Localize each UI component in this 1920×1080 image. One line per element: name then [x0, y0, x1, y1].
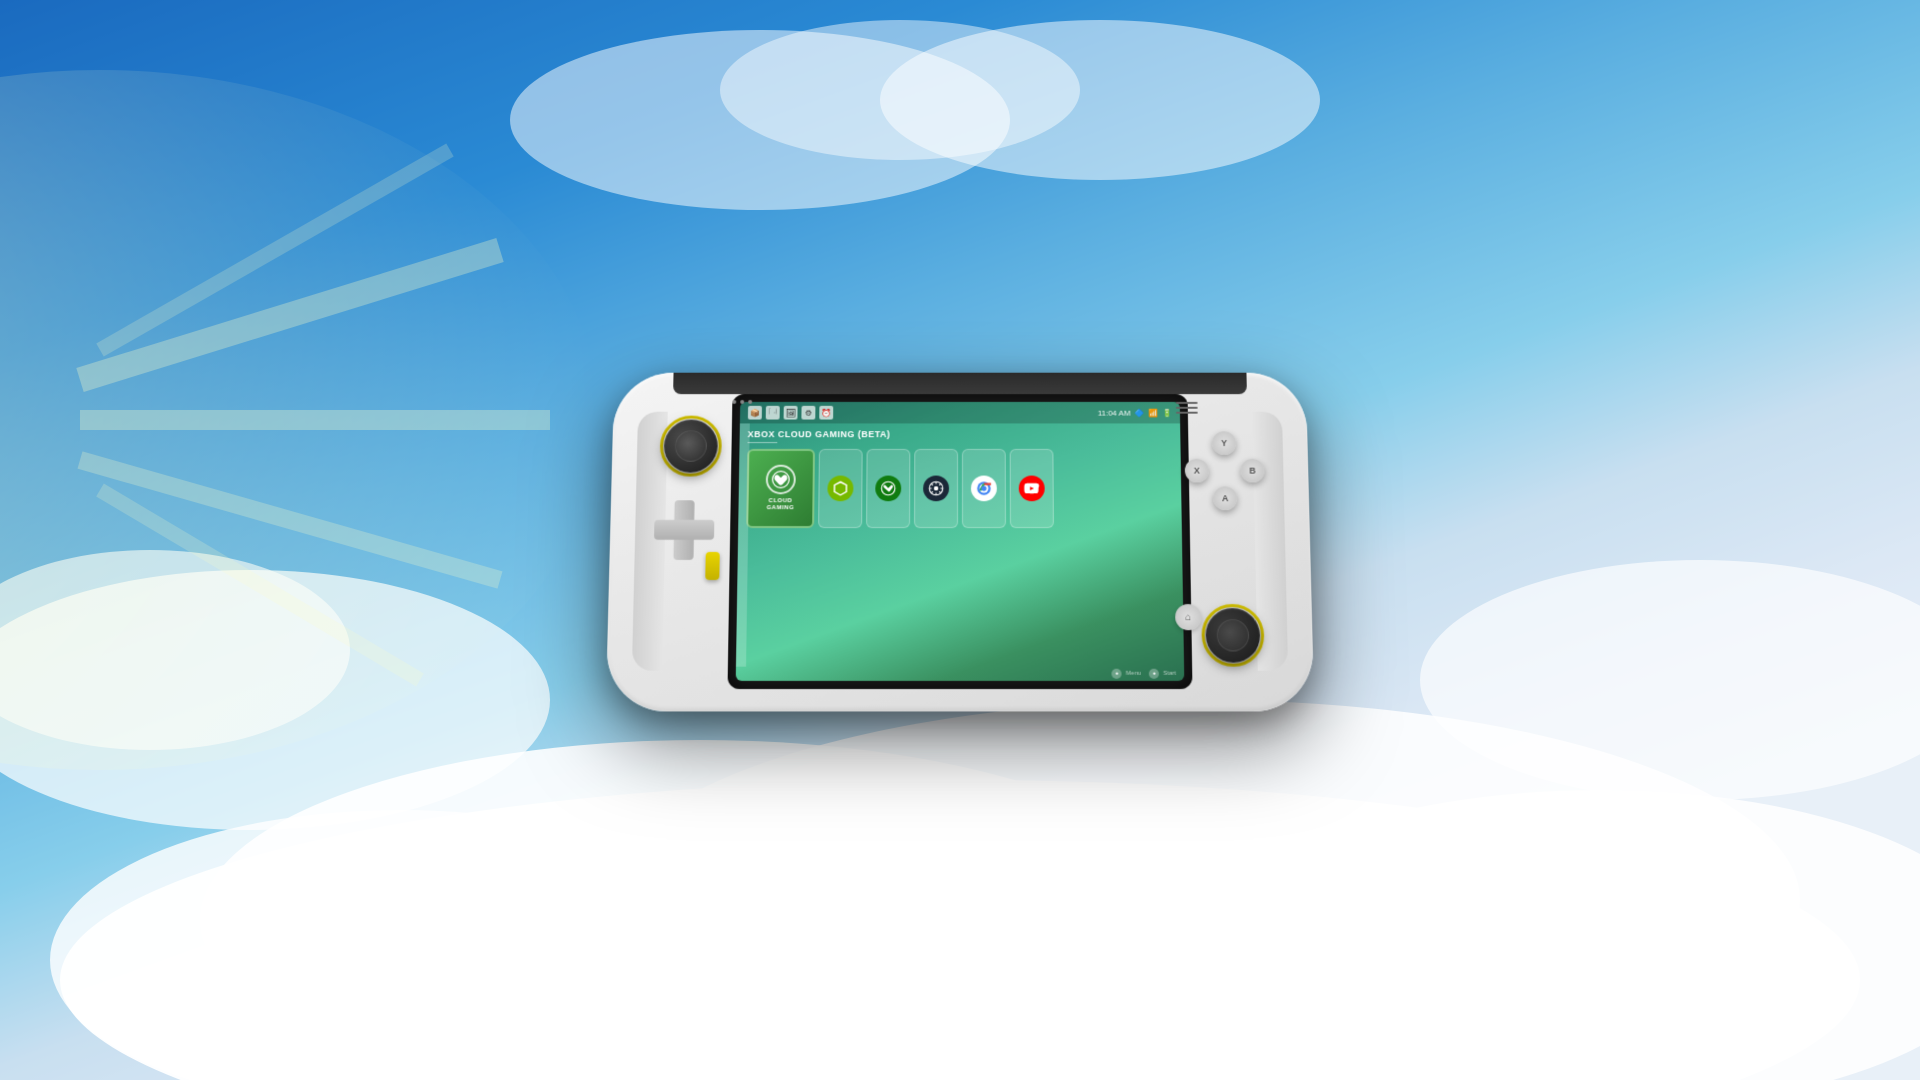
nvidia-icon — [827, 476, 853, 502]
screen-topbar: 📦 🗔 🖼 ⚙ ⏰ 11:04 AM 🔷 📶 🔋 — [740, 402, 1180, 424]
app-icon-1: 📦 — [748, 406, 762, 420]
featured-app-label: CLOUD GAMING — [767, 498, 795, 512]
xbox-icon — [875, 476, 901, 502]
device-top-bar — [673, 373, 1247, 394]
x-button[interactable]: X — [1185, 459, 1209, 483]
home-button[interactable]: ⌂ — [1175, 604, 1202, 630]
wifi-icon: 📶 — [1148, 408, 1158, 417]
yellow-button[interactable] — [705, 552, 720, 580]
y-button[interactable]: Y — [1212, 431, 1236, 455]
face-buttons: Y X B A — [1184, 431, 1265, 510]
youtube-icon — [1019, 476, 1045, 502]
title-underline — [748, 442, 778, 443]
dpad[interactable] — [654, 500, 715, 560]
xbox-logo-svg — [771, 469, 791, 489]
hint-menu: ● Menu — [1112, 669, 1141, 679]
screen-ui: 📦 🗔 🖼 ⚙ ⏰ 11:04 AM 🔷 📶 🔋 — [736, 402, 1185, 681]
menu-hint-label: Menu — [1126, 671, 1141, 677]
app-chrome[interactable] — [962, 449, 1006, 528]
app-youtube[interactable] — [1010, 449, 1054, 528]
app-nvidia[interactable] — [818, 449, 863, 528]
screen-content: XBOX CLOUD GAMING (BETA) — [736, 423, 1184, 666]
screen: 📦 🗔 🖼 ⚙ ⏰ 11:04 AM 🔷 📶 🔋 — [736, 402, 1185, 681]
screen-title: XBOX CLOUD GAMING (BETA) — [748, 429, 1173, 439]
dot-2 — [740, 400, 744, 404]
hint-start: ● Start — [1149, 669, 1176, 679]
app-icon-3: 🖼 — [784, 406, 798, 420]
dot-3 — [748, 400, 752, 404]
bluetooth-icon: 🔷 — [1134, 408, 1144, 417]
app-icon-5: ⏰ — [819, 406, 833, 420]
device-body: 📦 🗔 🖼 ⚙ ⏰ 11:04 AM 🔷 📶 🔋 — [606, 373, 1315, 712]
b-button[interactable]: B — [1240, 459, 1264, 483]
dot-1 — [732, 400, 736, 404]
app-icon-2: 🗔 — [766, 406, 780, 420]
clock: 11:04 AM — [1098, 408, 1131, 417]
dpad-horizontal — [654, 520, 714, 540]
topbar-right: 11:04 AM 🔷 📶 🔋 — [1098, 408, 1173, 417]
joystick-right[interactable] — [1205, 608, 1260, 663]
apps-row: CLOUD GAMING — [746, 449, 1174, 528]
app-xbox[interactable] — [866, 449, 910, 528]
topbar-icons: 📦 🗔 🖼 ⚙ ⏰ — [748, 406, 833, 420]
start-hint-label: Start — [1163, 671, 1176, 677]
battery-icon: 🔋 — [1162, 408, 1172, 417]
start-hint-circle: ● — [1149, 669, 1159, 679]
menu-line-1 — [1176, 402, 1198, 404]
a-button[interactable]: A — [1213, 486, 1237, 510]
small-button-group-left — [732, 400, 752, 404]
menu-hint-circle: ● — [1112, 669, 1122, 679]
app-icon-4: ⚙ — [801, 406, 815, 420]
steam-icon — [923, 476, 949, 502]
xbox-icon-circle — [766, 465, 796, 495]
chrome-icon — [971, 476, 997, 502]
gaming-device: 📦 🗔 🖼 ⚙ ⏰ 11:04 AM 🔷 📶 🔋 — [606, 373, 1315, 712]
app-steam[interactable] — [914, 449, 958, 528]
menu-button[interactable] — [1176, 400, 1198, 416]
menu-line-3 — [1176, 412, 1198, 414]
screen-bezel: 📦 🗔 🖼 ⚙ ⏰ 11:04 AM 🔷 📶 🔋 — [728, 394, 1193, 689]
featured-app-xbox-cloud[interactable]: CLOUD GAMING — [746, 449, 815, 528]
screen-bottom-hints: ● Menu ● Start — [736, 667, 1185, 681]
menu-line-2 — [1176, 407, 1198, 409]
